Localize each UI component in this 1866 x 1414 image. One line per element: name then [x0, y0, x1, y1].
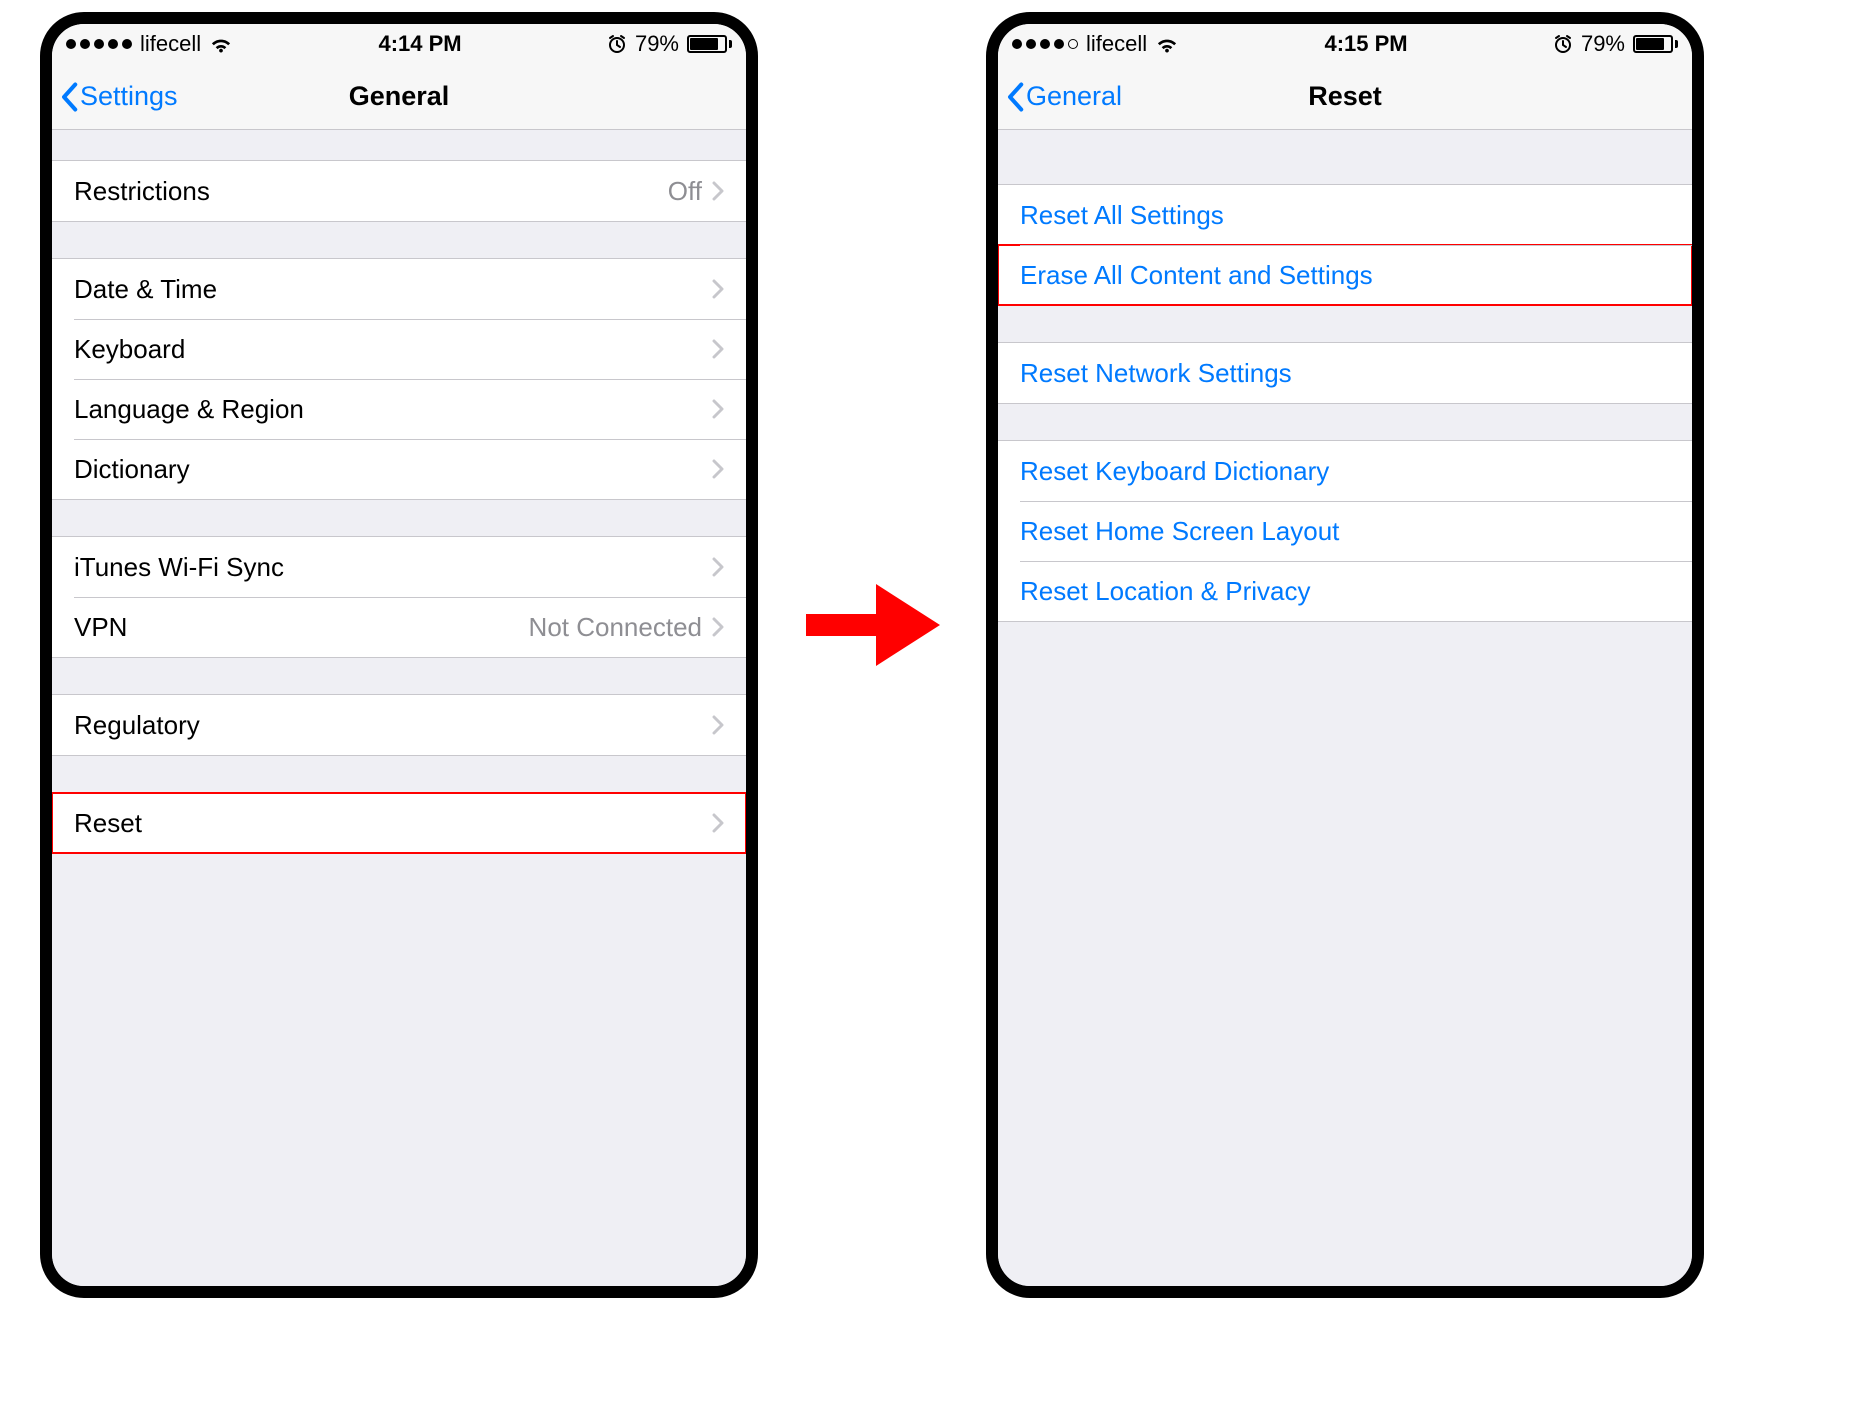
row-reset[interactable]: Reset — [52, 793, 746, 853]
clock: 4:14 PM — [378, 31, 461, 57]
chevron-right-icon — [712, 459, 724, 479]
chevron-right-icon — [712, 399, 724, 419]
back-button[interactable]: General — [1006, 81, 1122, 112]
row-label: iTunes Wi-Fi Sync — [74, 552, 712, 583]
row-label: Reset — [74, 808, 712, 839]
row-label: VPN — [74, 612, 529, 643]
row-label: Reset Location & Privacy — [1020, 576, 1670, 607]
row-reset-keyboard-dictionary[interactable]: Reset Keyboard Dictionary — [998, 441, 1692, 501]
nav-bar: General Reset — [998, 64, 1692, 130]
row-label: Reset Home Screen Layout — [1020, 516, 1670, 547]
chevron-right-icon — [712, 339, 724, 359]
row-value: Off — [668, 176, 702, 207]
row-value: Not Connected — [529, 612, 702, 643]
phone-reset: lifecell 4:15 PM 79% — [986, 12, 1704, 1298]
status-bar: lifecell 4:14 PM 79% — [52, 24, 746, 64]
arrow-right-icon — [798, 570, 948, 680]
row-label: Date & Time — [74, 274, 712, 305]
row-regulatory[interactable]: Regulatory — [52, 695, 746, 755]
carrier-label: lifecell — [1086, 31, 1147, 57]
row-reset-network[interactable]: Reset Network Settings — [998, 343, 1692, 403]
phone-general: lifecell 4:14 PM 79% — [40, 12, 758, 1298]
back-label: General — [1026, 81, 1122, 112]
row-reset-location-privacy[interactable]: Reset Location & Privacy — [998, 561, 1692, 621]
back-label: Settings — [80, 81, 178, 112]
battery-percent: 79% — [635, 31, 679, 57]
chevron-right-icon — [712, 617, 724, 637]
row-erase-all-content[interactable]: Erase All Content and Settings — [998, 245, 1692, 305]
row-date-time[interactable]: Date & Time — [52, 259, 746, 319]
row-label: Keyboard — [74, 334, 712, 365]
row-reset-all-settings[interactable]: Reset All Settings — [998, 185, 1692, 245]
clock: 4:15 PM — [1324, 31, 1407, 57]
chevron-right-icon — [712, 715, 724, 735]
alarm-icon — [607, 34, 627, 54]
row-label: Reset All Settings — [1020, 200, 1670, 231]
signal-strength-icon — [66, 39, 132, 49]
page-title: Reset — [1308, 81, 1382, 112]
battery-icon — [687, 35, 732, 53]
chevron-right-icon — [712, 181, 724, 201]
row-keyboard[interactable]: Keyboard — [52, 319, 746, 379]
row-label: Reset Network Settings — [1020, 358, 1670, 389]
nav-bar: Settings General — [52, 64, 746, 130]
chevron-right-icon — [712, 813, 724, 833]
row-label: Language & Region — [74, 394, 712, 425]
signal-strength-icon — [1012, 39, 1078, 49]
row-label: Regulatory — [74, 710, 712, 741]
carrier-label: lifecell — [140, 31, 201, 57]
wifi-icon — [209, 35, 233, 53]
chevron-right-icon — [712, 557, 724, 577]
row-itunes-wifi-sync[interactable]: iTunes Wi-Fi Sync — [52, 537, 746, 597]
back-button[interactable]: Settings — [60, 81, 178, 112]
row-label: Reset Keyboard Dictionary — [1020, 456, 1670, 487]
status-bar: lifecell 4:15 PM 79% — [998, 24, 1692, 64]
chevron-right-icon — [712, 279, 724, 299]
reset-list: Reset All Settings Erase All Content and… — [998, 130, 1692, 1286]
battery-icon — [1633, 35, 1678, 53]
row-restrictions[interactable]: Restrictions Off — [52, 161, 746, 221]
settings-list: Restrictions Off Date & Time Keyboard — [52, 130, 746, 1286]
row-label: Dictionary — [74, 454, 712, 485]
row-reset-home-screen[interactable]: Reset Home Screen Layout — [998, 501, 1692, 561]
row-label: Erase All Content and Settings — [1020, 260, 1670, 291]
alarm-icon — [1553, 34, 1573, 54]
row-dictionary[interactable]: Dictionary — [52, 439, 746, 499]
row-vpn[interactable]: VPN Not Connected — [52, 597, 746, 657]
wifi-icon — [1155, 35, 1179, 53]
row-label: Restrictions — [74, 176, 668, 207]
row-language-region[interactable]: Language & Region — [52, 379, 746, 439]
page-title: General — [349, 81, 450, 112]
battery-percent: 79% — [1581, 31, 1625, 57]
